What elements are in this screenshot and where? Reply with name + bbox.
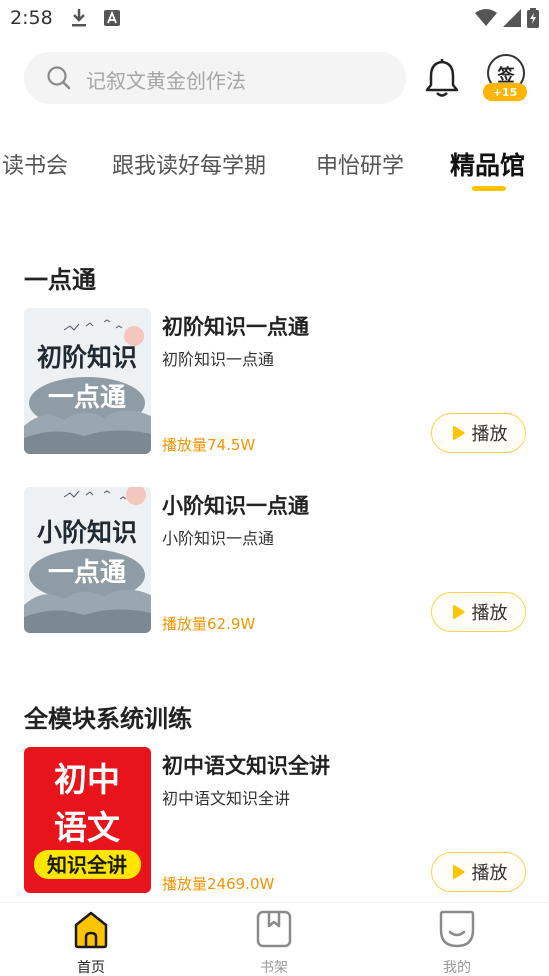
- course-cover: 初阶知识 一点通: [24, 308, 151, 454]
- section-title: 一点通: [24, 266, 96, 294]
- search-placeholder: 记叙文黄金创作法: [86, 69, 246, 93]
- cover-line3: 知识全讲: [47, 853, 127, 877]
- course-subtitle: 小阶知识一点通: [162, 529, 275, 548]
- search-bar[interactable]: 记叙文黄金创作法: [24, 52, 406, 104]
- system-status-icons: [475, 8, 539, 32]
- play-button[interactable]: 播放: [431, 852, 526, 892]
- course-play-count: 播放量2469.0W: [162, 875, 275, 893]
- signin-points-badge: +15: [483, 83, 527, 101]
- bottom-navigation: 首页 书架 我的: [0, 902, 549, 976]
- play-icon: [452, 605, 465, 619]
- tab-read-with-me[interactable]: 跟我读好每学期: [112, 148, 266, 180]
- cover-line2: 一点通: [48, 557, 126, 588]
- nav-home[interactable]: 首页: [46, 903, 136, 976]
- cover-line1: 小阶知识: [37, 518, 137, 547]
- course-cover: 初中 语文 知识全讲: [24, 747, 151, 893]
- course-title: 初中语文知识全讲: [162, 754, 330, 778]
- course-play-count: 播放量74.5W: [162, 436, 256, 454]
- nav-bookshelf[interactable]: 书架: [229, 903, 319, 976]
- battery-icon: [527, 8, 539, 32]
- course-item[interactable]: 小阶知识 一点通 小阶知识一点通 小阶知识一点通 播放量62.9W 播放: [24, 487, 526, 633]
- play-icon: [452, 426, 465, 440]
- tab-study-tour[interactable]: 申怡研学: [316, 148, 404, 180]
- course-play-count: 播放量62.9W: [162, 615, 256, 633]
- daily-signin-button[interactable]: 签 +15: [483, 52, 529, 102]
- status-time: 2:58: [10, 7, 53, 29]
- bookshelf-icon: [256, 910, 292, 948]
- cover-line1: 初中: [54, 760, 120, 799]
- nav-profile-label: 我的: [443, 960, 471, 976]
- cover-line1: 初阶知识: [37, 343, 137, 372]
- profile-icon: [439, 910, 475, 948]
- play-button[interactable]: 播放: [431, 592, 526, 632]
- course-subtitle: 初中语文知识全讲: [162, 789, 291, 808]
- app-notification-icon: [104, 10, 120, 30]
- course-subtitle: 初阶知识一点通: [162, 350, 275, 369]
- section-title: 全模块系统训练: [24, 705, 192, 733]
- cover-line2: 一点通: [48, 382, 126, 413]
- wifi-icon: [475, 9, 497, 31]
- active-tab-indicator: [472, 186, 506, 191]
- course-cover: 小阶知识 一点通: [24, 487, 151, 633]
- notification-bell-icon[interactable]: [424, 58, 460, 98]
- status-bar: 2:58: [0, 0, 549, 38]
- play-icon: [452, 865, 465, 879]
- play-button-label: 播放: [471, 424, 508, 445]
- category-tabs: 读书会 跟我读好每学期 申怡研学 精品馆: [0, 140, 549, 196]
- nav-profile[interactable]: 我的: [412, 903, 502, 976]
- search-icon: [46, 65, 72, 95]
- course-title: 初阶知识一点通: [162, 315, 309, 339]
- play-button-label: 播放: [471, 603, 508, 624]
- download-icon: [70, 8, 88, 32]
- app-screen: 2:58 记叙文黄金创作法 签 +15 读书会 跟我读好每学期 申怡研学 精品馆: [0, 0, 549, 976]
- nav-home-label: 首页: [77, 960, 105, 976]
- course-item[interactable]: 初中 语文 知识全讲 初中语文知识全讲 初中语文知识全讲 播放量2469.0W …: [24, 747, 526, 893]
- play-button-label: 播放: [471, 863, 508, 884]
- home-icon: [74, 911, 108, 949]
- tab-premium[interactable]: 精品馆: [450, 146, 525, 182]
- cover-line2: 语文: [54, 808, 120, 847]
- play-button[interactable]: 播放: [431, 413, 526, 453]
- nav-bookshelf-label: 书架: [260, 960, 288, 976]
- signal-icon: [503, 9, 521, 31]
- course-title: 小阶知识一点通: [162, 494, 309, 518]
- tab-reading-club[interactable]: 读书会: [2, 148, 68, 180]
- course-item[interactable]: 初阶知识 一点通 初阶知识一点通 初阶知识一点通 播放量74.5W 播放: [24, 308, 526, 454]
